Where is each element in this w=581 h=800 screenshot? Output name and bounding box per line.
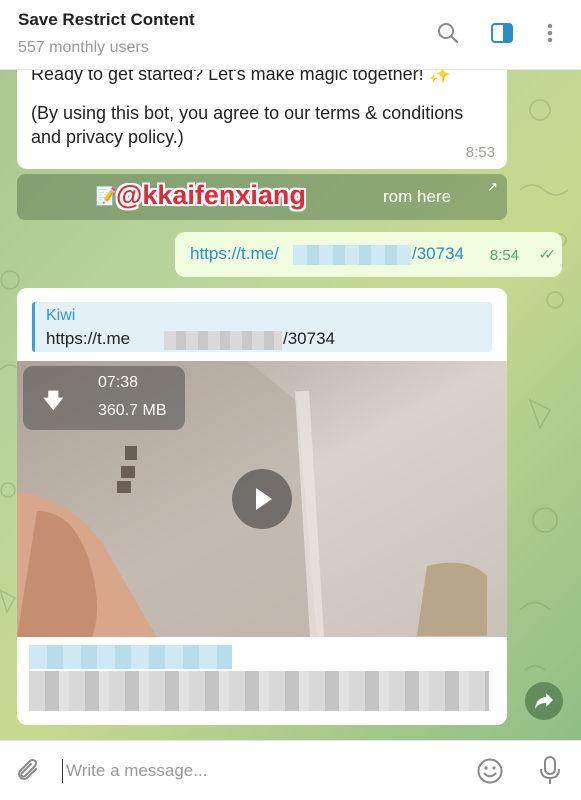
- message-time: 8:53: [465, 144, 495, 161]
- emoji-icon[interactable]: [476, 757, 504, 790]
- message-text: (By using this bot, you agree to our ter…: [31, 103, 464, 147]
- video-preview[interactable]: 🡇 07:38 360.7 MB: [17, 361, 507, 637]
- memo-icon: 📝: [95, 186, 118, 206]
- video-info-badge[interactable]: 🡇 07:38 360.7 MB: [23, 366, 185, 430]
- message-link[interactable]: https://t.me/: [190, 244, 279, 264]
- outgoing-message-bubble: https://t.me/ /30734 8:54 ✓✓: [175, 232, 562, 277]
- play-button[interactable]: [232, 469, 292, 529]
- video-duration: 07:38: [98, 374, 139, 391]
- double-check-icon: ✓✓: [538, 246, 557, 262]
- message-time: 8:54: [489, 247, 519, 264]
- chat-area[interactable]: Ready to get started? Let's make magic t…: [0, 70, 581, 740]
- message-link-suffix[interactable]: /30734: [412, 244, 464, 264]
- search-icon[interactable]: [435, 20, 461, 46]
- quote-url: https://t.me: [46, 329, 131, 348]
- watermark-text: @kkaifenxiang: [116, 180, 306, 210]
- forward-button[interactable]: [525, 682, 563, 720]
- redacted-region: [293, 245, 411, 265]
- chat-subtitle: 557 monthly users: [18, 39, 149, 56]
- incoming-video-message: Kiwi https://t.me /30734 🡇 07:38 360.7 M…: [17, 288, 507, 725]
- quote-url-suffix: /30734: [283, 329, 335, 348]
- chat-header: Save Restrict Content 557 monthly users: [0, 0, 581, 70]
- more-vertical-icon[interactable]: [537, 20, 563, 46]
- incoming-message-bubble: Ready to get started? Let's make magic t…: [17, 70, 507, 169]
- chat-title[interactable]: Save Restrict Content: [18, 10, 195, 30]
- quote-author: Kiwi: [46, 307, 76, 324]
- sidebar-toggle-icon[interactable]: [489, 20, 515, 46]
- reply-quote[interactable]: Kiwi https://t.me /30734: [32, 302, 492, 352]
- external-link-arrow-icon: ↗: [487, 179, 498, 194]
- attach-icon[interactable]: [16, 757, 42, 790]
- redacted-caption-text: [29, 671, 489, 711]
- message-input[interactable]: [62, 759, 442, 783]
- forward-icon: [535, 693, 553, 709]
- button-label-right: rom here: [383, 187, 452, 206]
- message-input-bar: [0, 740, 581, 800]
- microphone-icon[interactable]: [538, 755, 562, 792]
- video-size: 360.7 MB: [98, 402, 167, 419]
- message-text: Ready to get started? Let's make magic t…: [31, 70, 452, 84]
- redacted-region: [164, 331, 282, 350]
- download-icon[interactable]: 🡇: [43, 386, 64, 420]
- redacted-caption-link: [29, 645, 232, 669]
